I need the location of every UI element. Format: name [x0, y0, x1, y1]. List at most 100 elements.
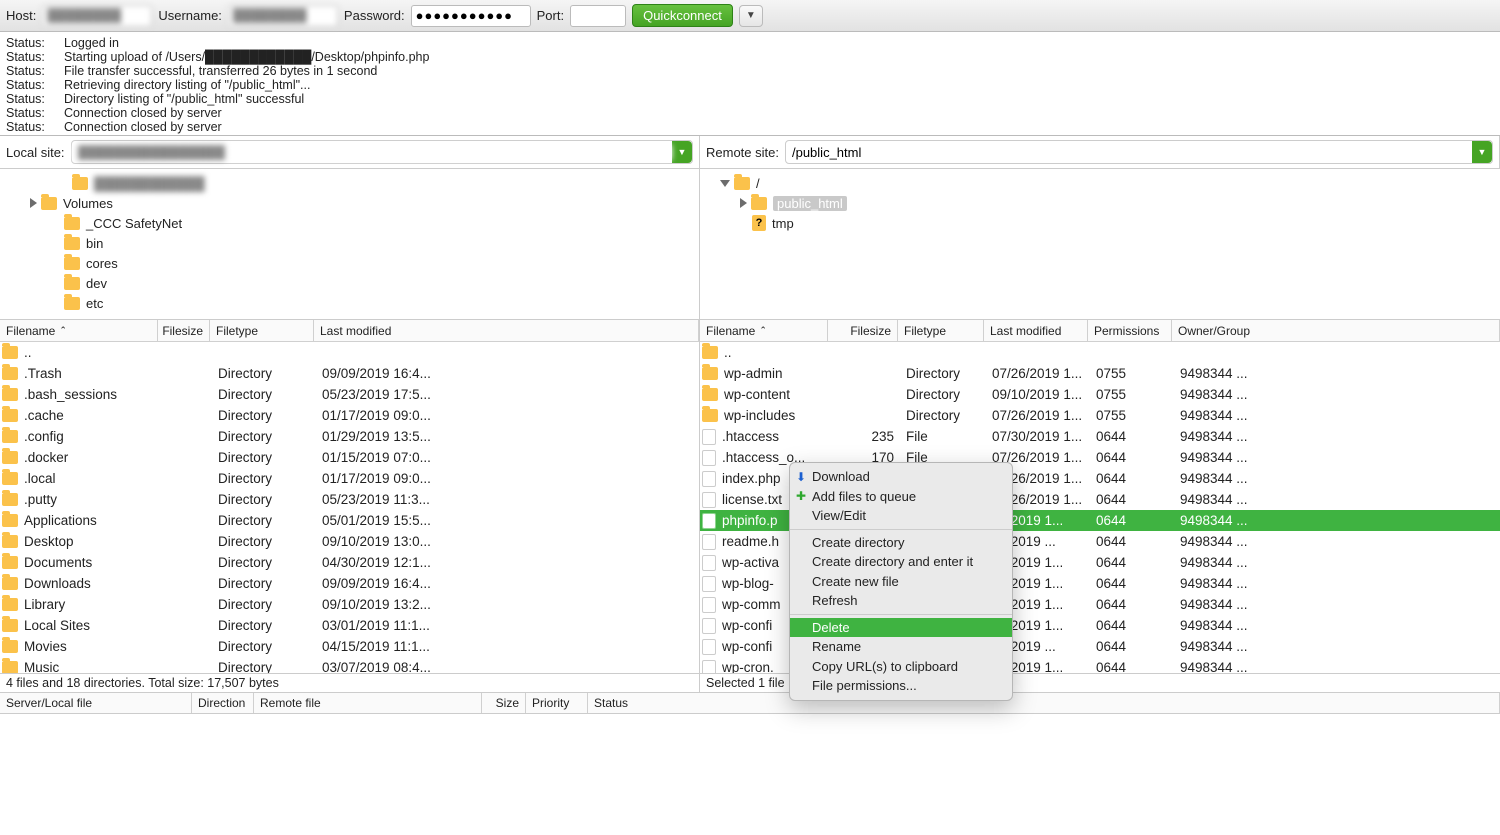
file-row[interactable]: .htaccess235File07/30/2019 1...064494983… [700, 426, 1500, 447]
quickconnect-dropdown[interactable]: ▼ [739, 5, 763, 27]
file-row[interactable]: wp-adminDirectory07/26/2019 1...07559498… [700, 363, 1500, 384]
file-row[interactable]: .. [0, 342, 699, 363]
remote-tree[interactable]: / public_html ?tmp [700, 169, 1500, 262]
folder-icon [64, 297, 80, 310]
expand-toggle[interactable] [720, 180, 730, 187]
file-row[interactable]: .localDirectory01/17/2019 09:0... [0, 468, 699, 489]
col-permissions[interactable]: Permissions [1088, 320, 1172, 341]
tree-item[interactable]: Volumes [0, 193, 699, 213]
file-row[interactable]: DesktopDirectory09/10/2019 13:0... [0, 531, 699, 552]
username-input[interactable] [228, 5, 338, 27]
col-size[interactable]: Size [482, 693, 526, 713]
file-row[interactable]: .configDirectory01/29/2019 13:5... [0, 426, 699, 447]
file-modified: 01/17/2019 09:0... [316, 471, 699, 486]
file-row[interactable]: wp-includesDirectory07/26/2019 1...07559… [700, 405, 1500, 426]
menu-delete[interactable]: Delete [790, 618, 1012, 638]
col-filesize[interactable]: Filesize [158, 320, 210, 341]
tree-label-selected[interactable]: public_html [773, 196, 847, 211]
file-owner: 9498344 ... [1174, 492, 1500, 507]
col-filesize[interactable]: Filesize [828, 320, 898, 341]
file-row[interactable]: MusicDirectory03/07/2019 08:4... [0, 657, 699, 673]
local-site-dropdown[interactable]: ▼ [672, 141, 692, 163]
file-modified: 07/26/2019 1... [986, 366, 1090, 381]
col-status[interactable]: Status [588, 693, 1500, 713]
file-icon [702, 450, 716, 466]
file-icon [702, 534, 716, 550]
file-type: Directory [212, 618, 316, 633]
file-row[interactable]: .. [700, 342, 1500, 363]
col-filename[interactable]: Filename⌃ [700, 320, 828, 341]
file-row[interactable]: DownloadsDirectory09/09/2019 16:4... [0, 573, 699, 594]
col-priority[interactable]: Priority [526, 693, 588, 713]
file-type: Directory [900, 408, 986, 423]
local-site-input[interactable] [72, 145, 672, 160]
tree-label[interactable]: tmp [772, 216, 794, 231]
file-name: Library [24, 597, 65, 612]
file-name: wp-confi [722, 639, 772, 654]
menu-rename[interactable]: Rename [790, 637, 1012, 657]
local-tree[interactable]: ████████████Volumes_CCC SafetyNetbincore… [0, 169, 700, 319]
quickconnect-button[interactable]: Quickconnect [632, 4, 733, 27]
expand-toggle[interactable] [30, 198, 37, 208]
remote-site-input[interactable] [786, 145, 1472, 160]
transfer-queue[interactable] [0, 714, 1500, 814]
menu-file-permissions[interactable]: File permissions... [790, 676, 1012, 696]
directory-trees: ████████████Volumes_CCC SafetyNetbincore… [0, 169, 1500, 320]
menu-create-directory[interactable]: Create directory [790, 533, 1012, 553]
menu-refresh[interactable]: Refresh [790, 591, 1012, 611]
col-lastmod[interactable]: Last modified [984, 320, 1088, 341]
expand-toggle[interactable] [740, 198, 747, 208]
file-row[interactable]: .TrashDirectory09/09/2019 16:4... [0, 363, 699, 384]
file-row[interactable]: .puttyDirectory05/23/2019 11:3... [0, 489, 699, 510]
folder-icon [2, 367, 18, 380]
col-remote[interactable]: Remote file [254, 693, 482, 713]
col-direction[interactable]: Direction [192, 693, 254, 713]
file-row[interactable]: .bash_sessionsDirectory05/23/2019 17:5..… [0, 384, 699, 405]
password-input[interactable] [411, 5, 531, 27]
file-type: Directory [212, 555, 316, 570]
remote-site-dropdown[interactable]: ▼ [1472, 141, 1492, 163]
tree-item[interactable]: cores [0, 253, 699, 273]
file-row[interactable]: .dockerDirectory01/15/2019 07:0... [0, 447, 699, 468]
file-row[interactable]: LibraryDirectory09/10/2019 13:2... [0, 594, 699, 615]
col-lastmod[interactable]: Last modified [314, 320, 699, 341]
col-owner[interactable]: Owner/Group [1172, 320, 1500, 341]
file-name: .local [24, 471, 56, 486]
file-permissions: 0644 [1090, 492, 1174, 507]
port-input[interactable] [570, 5, 626, 27]
col-filetype[interactable]: Filetype [898, 320, 984, 341]
col-filetype[interactable]: Filetype [210, 320, 314, 341]
folder-icon [702, 388, 718, 401]
file-row[interactable]: DocumentsDirectory04/30/2019 12:1... [0, 552, 699, 573]
file-row[interactable]: wp-contentDirectory09/10/2019 1...075594… [700, 384, 1500, 405]
file-modified: 07/30/2019 1... [986, 429, 1090, 444]
file-type: Directory [212, 387, 316, 402]
tree-item[interactable]: etc [0, 293, 699, 313]
menu-download[interactable]: ⬇Download [790, 467, 1012, 487]
file-name: Desktop [24, 534, 74, 549]
menu-create-file[interactable]: Create new file [790, 572, 1012, 592]
folder-icon [2, 661, 18, 673]
tree-item[interactable]: dev [0, 273, 699, 293]
file-type: Directory [212, 450, 316, 465]
file-type: Directory [900, 366, 986, 381]
host-input[interactable] [42, 5, 152, 27]
menu-view-edit[interactable]: View/Edit [790, 506, 1012, 526]
folder-icon [2, 514, 18, 527]
file-row[interactable]: MoviesDirectory04/15/2019 11:1... [0, 636, 699, 657]
file-row[interactable]: .cacheDirectory01/17/2019 09:0... [0, 405, 699, 426]
menu-add-to-queue[interactable]: ✚Add files to queue [790, 487, 1012, 507]
tree-item[interactable]: ████████████ [0, 173, 699, 193]
tree-item[interactable]: bin [0, 233, 699, 253]
file-row[interactable]: ApplicationsDirectory05/01/2019 15:5... [0, 510, 699, 531]
tree-label[interactable]: / [756, 176, 760, 191]
menu-create-directory-enter[interactable]: Create directory and enter it [790, 552, 1012, 572]
log-message: File transfer successful, transferred 26… [64, 64, 377, 78]
col-filename[interactable]: Filename⌃ [0, 320, 158, 341]
tree-item[interactable]: _CCC SafetyNet [0, 213, 699, 233]
file-name: phpinfo.p [722, 513, 778, 528]
menu-separator [790, 614, 1012, 615]
file-row[interactable]: Local SitesDirectory03/01/2019 11:1... [0, 615, 699, 636]
menu-copy-urls[interactable]: Copy URL(s) to clipboard [790, 657, 1012, 677]
col-server[interactable]: Server/Local file [0, 693, 192, 713]
